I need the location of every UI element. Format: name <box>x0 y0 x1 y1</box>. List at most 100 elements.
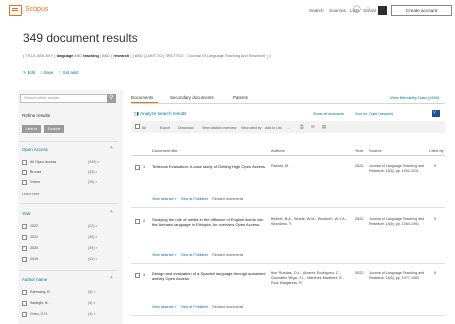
view-at-publisher-link[interactable]: View at Publisher <box>181 305 209 309</box>
row-checkbox[interactable] <box>135 273 140 278</box>
facet-divider <box>20 203 118 204</box>
facet-option-count[interactable]: (29) > <box>88 180 98 184</box>
search-icon: ⚲ <box>109 95 114 101</box>
nav-sources[interactable]: Sources <box>329 8 346 13</box>
column-authors[interactable]: Authors <box>271 148 285 153</box>
checkbox[interactable] <box>22 160 27 165</box>
more-options-button[interactable]: ... <box>287 126 290 130</box>
view-cited-by-button[interactable]: View cited by <box>241 126 262 130</box>
checkbox[interactable] <box>22 312 27 317</box>
facet-open-access[interactable]: Open Access <box>22 147 48 152</box>
result-title-link[interactable]: Design and evaluation of a Spanish langu… <box>152 271 267 282</box>
print-icon[interactable]: ⎙ <box>300 124 304 129</box>
checkbox[interactable] <box>22 257 27 262</box>
column-source[interactable]: Source <box>369 148 382 153</box>
row-divider <box>131 207 445 208</box>
search-within-button[interactable]: ⚲ <box>107 94 116 103</box>
facet-option-count[interactable]: (5) > <box>88 301 96 305</box>
column-year[interactable]: Year <box>355 148 363 153</box>
notification-bell-icon[interactable]: ♢ <box>365 5 371 13</box>
view-at-publisher-link[interactable]: View at Publisher <box>181 197 209 201</box>
result-source[interactable]: Journal of Language Teaching and Researc… <box>369 217 431 227</box>
checkbox[interactable] <box>22 246 27 251</box>
related-documents-link[interactable]: Related documents <box>212 197 243 201</box>
facet-option-count[interactable]: (5) > <box>88 290 96 294</box>
facet-option-label: Chen, C.H. <box>30 312 48 316</box>
checkbox[interactable] <box>22 301 27 306</box>
facet-option-label: Rahmany, R. <box>30 290 51 294</box>
mendeley-data-link[interactable]: View Mendeley Data (1960) <box>390 95 439 100</box>
facet-option-count[interactable]: (4) > <box>88 312 96 316</box>
institution-icon[interactable] <box>378 6 387 15</box>
learn-more-link[interactable]: Learn more <box>22 192 39 196</box>
facet-option-count[interactable]: (34) > <box>88 170 98 174</box>
result-authors[interactable]: Rashid, M. <box>271 164 351 169</box>
email-icon[interactable]: ✉ <box>311 124 315 130</box>
view-at-publisher-link[interactable]: View at Publisher <box>181 253 209 257</box>
view-citation-overview-button[interactable]: View citation overview <box>202 126 236 130</box>
edit-query-button[interactable]: ✎ Edit <box>23 70 35 75</box>
view-abstract-link[interactable]: View abstract ˅ <box>152 305 177 309</box>
select-all-label[interactable]: All <box>142 126 146 130</box>
facet-option-count[interactable]: (41) > <box>88 257 98 261</box>
checkbox[interactable] <box>22 180 27 185</box>
export-button[interactable]: Export <box>160 126 170 130</box>
nav-search[interactable]: Search <box>309 8 324 13</box>
checkbox[interactable] <box>22 290 27 295</box>
result-cited-by[interactable]: 0 <box>434 217 436 221</box>
facet-author-name[interactable]: Author name <box>22 277 47 282</box>
save-query-button[interactable]: □ Save <box>40 70 53 75</box>
row-checkbox[interactable] <box>135 219 140 224</box>
tab-patents[interactable]: Patents <box>233 95 248 100</box>
create-account-button[interactable]: Create account <box>391 5 452 16</box>
analyze-results-link[interactable]: ▯▮ Analyze search results <box>134 111 186 117</box>
exclude-button[interactable]: Exclude <box>44 125 64 133</box>
checkbox[interactable] <box>22 235 27 240</box>
facet-option-label: All Open Access <box>30 160 57 164</box>
scopus-logo-icon[interactable] <box>9 5 22 16</box>
search-within-input[interactable]: Search within results... <box>20 94 114 103</box>
result-title-link[interactable]: Textbook Evaluation: A case study of Get… <box>152 164 267 169</box>
limit-to-button[interactable]: Limit to <box>22 125 41 133</box>
set-alert-button[interactable]: ♡ Set alert <box>58 70 79 75</box>
add-to-list-button[interactable]: Add to List <box>265 126 282 130</box>
chevron-up-icon[interactable]: ˄ <box>110 275 113 280</box>
column-cited-by[interactable]: Cited by <box>429 148 444 153</box>
show-all-abstracts-link[interactable]: Show all abstracts <box>313 112 344 116</box>
result-source[interactable]: Journal of Language Teaching and Researc… <box>369 271 431 281</box>
sort-direction-toggle[interactable]: ˅ <box>432 110 440 117</box>
result-title-link[interactable]: Studying the role of media in the diffus… <box>152 217 267 228</box>
facet-option-count[interactable]: (36) > <box>88 235 98 239</box>
view-abstract-link[interactable]: View abstract ˅ <box>152 197 177 201</box>
download-button[interactable]: Download <box>178 126 194 130</box>
sort-by-select[interactable]: Sort on: Date (newest) <box>355 112 393 116</box>
facet-option-label: 2022 <box>30 224 38 228</box>
checkbox[interactable] <box>22 224 27 229</box>
chevron-up-icon[interactable]: ˄ <box>110 209 113 214</box>
result-cited-by[interactable]: 0 <box>434 164 436 168</box>
result-authors[interactable]: Ibor Ruedas, O.L., Alvarez Rodriguez, C.… <box>271 271 351 287</box>
search-query-string: ( TITLE-ABS-KEY ( language AND teaching … <box>23 54 271 58</box>
facet-option-count[interactable]: (39) > <box>88 246 98 250</box>
column-document-title[interactable]: Document title <box>152 148 178 153</box>
view-abstract-link[interactable]: View abstract ˅ <box>152 253 177 257</box>
chevron-up-icon[interactable]: ˄ <box>110 145 113 150</box>
facet-year[interactable]: Year <box>22 211 31 216</box>
result-cited-by[interactable]: 0 <box>434 271 436 275</box>
result-authors[interactable]: Bekele, B.A., Wolde, W.M., Wudineh, W.Y.… <box>271 217 351 227</box>
checkbox[interactable] <box>22 170 27 175</box>
tab-documents[interactable]: Documents <box>131 95 153 100</box>
bibliography-icon[interactable]: ▤ <box>322 124 326 130</box>
row-number: 2 <box>143 219 146 223</box>
help-icon-glyph[interactable]: ◯ <box>353 5 361 13</box>
facet-option-count[interactable]: (22) > <box>88 224 98 228</box>
tab-secondary-documents[interactable]: Secondary documents <box>170 95 214 100</box>
related-documents-link[interactable]: Related documents <box>212 253 243 257</box>
facet-option-count[interactable]: (349) > <box>88 160 100 164</box>
row-checkbox[interactable] <box>135 165 140 170</box>
page-title: 349 document results <box>23 31 138 45</box>
brand-name[interactable]: Scopus <box>25 6 48 13</box>
select-all-checkbox[interactable] <box>135 124 140 129</box>
result-source[interactable]: Journal of Language Teaching and Researc… <box>369 164 431 174</box>
related-documents-link[interactable]: Related documents <box>212 305 243 309</box>
